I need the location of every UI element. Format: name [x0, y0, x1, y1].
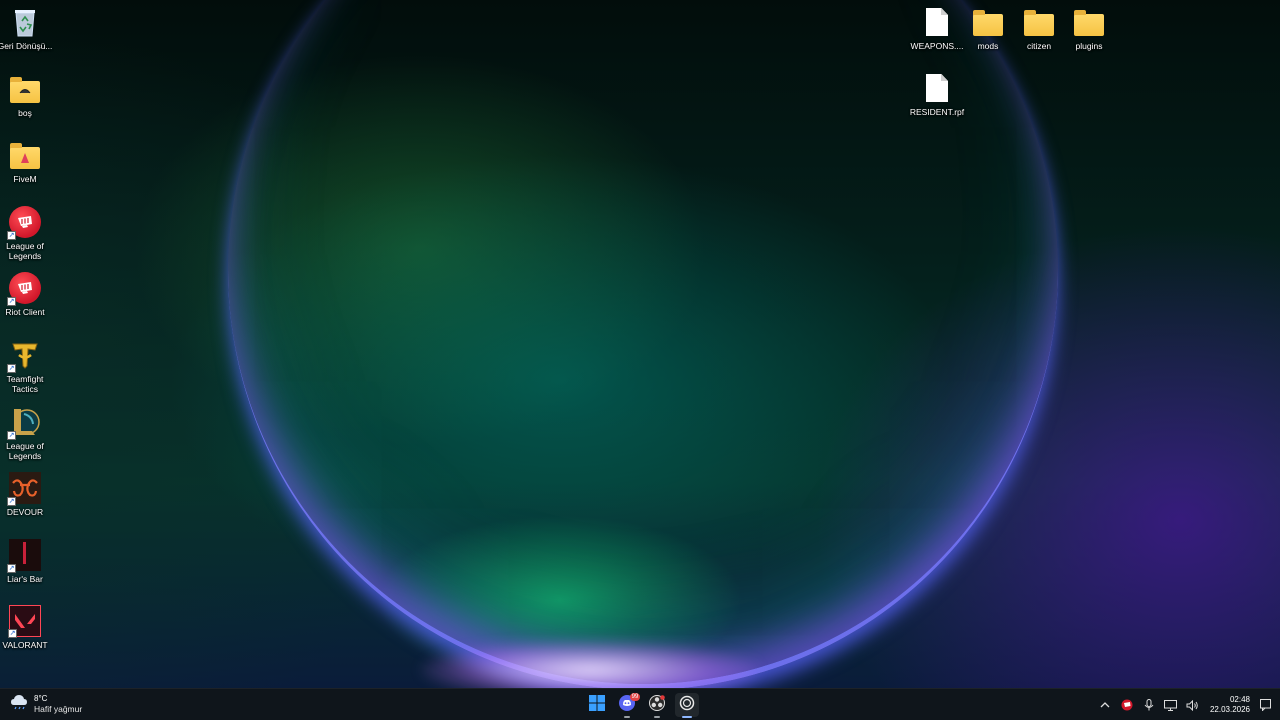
desktop-icon-resident-rpf[interactable]: RESIDENT.rpf [907, 72, 967, 117]
running-indicator [654, 716, 660, 718]
desktop-icon-plugins[interactable]: plugins [1059, 6, 1119, 51]
cloud-rain-icon [10, 694, 28, 715]
record-icon [679, 695, 695, 716]
valorant-icon: ↗ [8, 605, 41, 638]
teamfight-tactics-icon: ↗ [7, 339, 41, 373]
desktop-icon-recycle-bin[interactable]: Geri Dönüşü... [0, 6, 55, 51]
riot-league-icon: ↗ [7, 206, 41, 240]
desktop-icon-label: VALORANT [2, 640, 48, 650]
desktop-icon-fivem[interactable]: FiveM [0, 139, 55, 184]
desktop-icon-label: Teamfight Tactics [6, 374, 44, 394]
desktop-icon-label: boş [18, 108, 32, 118]
weather-temperature: 8°C [34, 694, 48, 703]
taskbar-obs-button[interactable] [645, 693, 669, 718]
folder-icon [1023, 6, 1055, 38]
microphone-icon[interactable] [1142, 698, 1156, 712]
desktop-icon-label: League of Legends [6, 241, 44, 261]
notification-icon[interactable] [1258, 698, 1272, 712]
liars-bar-icon: ↗ [7, 539, 41, 573]
folder-icon [1073, 6, 1105, 38]
clock-date: 22.03.2026 [1209, 705, 1250, 714]
file-icon [921, 6, 953, 38]
notification-badge: 99 [630, 693, 640, 701]
start-button[interactable] [585, 693, 609, 717]
taskbar-capture-button[interactable] [675, 693, 699, 718]
folder-icon [972, 6, 1004, 38]
desktop-icon-label: Riot Client [5, 307, 45, 317]
network-icon[interactable] [1164, 698, 1178, 712]
desktop-icon-devour[interactable]: ↗ DEVOUR [0, 472, 55, 517]
taskbar: 8°C Hafif yağmur 99 02:48 22.03.2026 [0, 688, 1280, 720]
desktop-icon-liars-bar[interactable]: ↗ Liar's Bar [0, 539, 55, 584]
taskbar-clock[interactable]: 02:48 22.03.2026 [1210, 695, 1250, 715]
taskbar-apps: 99 [585, 693, 699, 718]
riot-tray-icon[interactable] [1120, 698, 1134, 712]
desktop-icon-bos[interactable]: boş [0, 73, 55, 118]
desktop-icon-teamfight-tactics[interactable]: ↗ Teamfight Tactics [0, 339, 55, 394]
devour-icon: ↗ [7, 472, 41, 506]
desktop-icon-league-of-legends[interactable]: ↗ League of Legends [0, 406, 55, 461]
riot-client-icon: ↗ [7, 272, 41, 306]
clock-time: 02:48 [1229, 695, 1250, 704]
desktop-icon-label: plugins [1075, 41, 1103, 51]
weather-condition: Hafif yağmur [34, 704, 83, 714]
folder-icon [9, 73, 41, 105]
volume-icon[interactable] [1186, 698, 1200, 712]
folder-fivem-icon [9, 139, 41, 171]
league-of-legends-icon: ↗ [7, 406, 41, 440]
file-icon [921, 72, 953, 104]
desktop-icon-label: Liar's Bar [7, 574, 43, 584]
desktop-icon-label: FiveM [13, 174, 37, 184]
taskbar-discord-button[interactable]: 99 [615, 693, 640, 718]
desktop-icon-label: League of Legends [6, 441, 44, 461]
recycle-bin-icon [9, 6, 41, 38]
desktop-icon-league-of-legends-riot[interactable]: ↗ League of Legends [0, 206, 55, 261]
desktop-icon-riot-client[interactable]: ↗ Riot Client [0, 272, 55, 317]
desktop-icon-label: RESIDENT.rpf [909, 107, 965, 117]
obs-icon [649, 694, 665, 716]
running-indicator [624, 716, 630, 718]
weather-widget[interactable]: 8°C Hafif yağmur [10, 694, 82, 715]
desktop-icon-label: Geri Dönüşü... [0, 41, 53, 51]
system-tray: 02:48 22.03.2026 [1098, 689, 1272, 720]
chevron-up-icon[interactable] [1098, 698, 1112, 712]
desktop-icon-valorant[interactable]: ↗ VALORANT [0, 605, 55, 650]
desktop-wallpaper [0, 0, 1280, 688]
running-indicator [682, 716, 692, 718]
windows-start-icon [589, 694, 605, 716]
desktop-icon-label: DEVOUR [6, 507, 44, 517]
